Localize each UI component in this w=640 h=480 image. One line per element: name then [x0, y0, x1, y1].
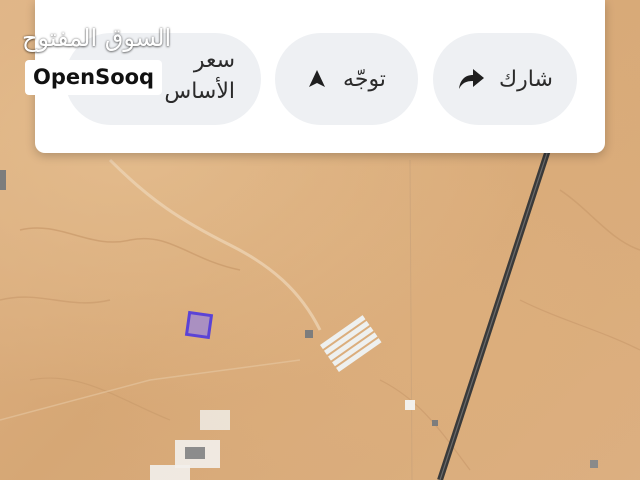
navigate-button[interactable]: توجّه [275, 33, 418, 125]
opensooq-watermark-arabic: السوق المفتوح [22, 24, 172, 52]
share-arrow-icon [457, 67, 485, 91]
base-price-line1: سعر [193, 48, 235, 73]
base-price-line2: الأساس [164, 79, 235, 104]
base-price-label: سعر الأساس [164, 45, 235, 107]
parcel-marker[interactable] [184, 310, 214, 340]
navigation-arrow-icon [307, 69, 327, 89]
compound-buildings [0, 170, 598, 480]
share-label: شارك [499, 66, 553, 92]
navigate-label: توجّه [343, 66, 386, 92]
opensooq-watermark-logo: OpenSooq [25, 60, 163, 95]
greenhouse-rows [320, 315, 382, 373]
share-button[interactable]: شارك [433, 33, 577, 125]
